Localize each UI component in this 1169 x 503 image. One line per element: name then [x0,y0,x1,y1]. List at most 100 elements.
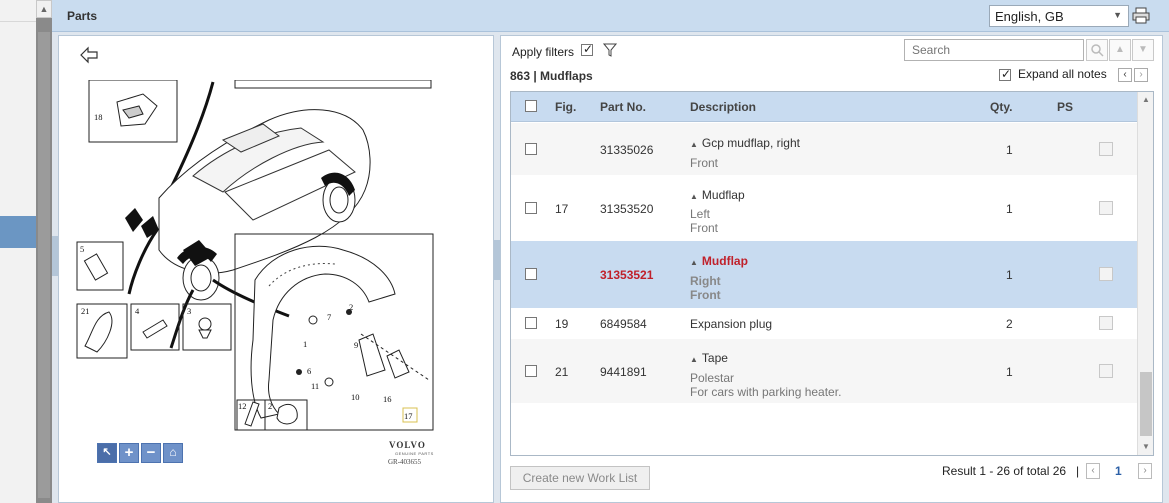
row-detail: Front [690,221,719,235]
row-qty: 1 [1006,202,1013,216]
row-description-main: Mudflap [701,188,745,202]
col-ps[interactable]: PS [1057,100,1073,114]
expand-triangle-icon[interactable]: ▲ [690,355,698,364]
search-icon[interactable] [1086,39,1108,61]
callout-1[interactable]: 1 [303,339,307,349]
row-checkbox[interactable] [525,317,537,329]
zoom-in-icon[interactable]: + [119,443,139,463]
scrollbar-thumb[interactable] [1140,372,1152,436]
select-all-checkbox[interactable] [525,100,537,112]
row-detail: Left [690,207,711,221]
illustration-panel: 18 5 21 4 3 2 7 1 9 6 11 10 16 12 2 17 ↖… [58,35,494,503]
row-part-no: 31353521 [600,268,654,282]
table-row[interactable]: 17 31353520 ▲ Mudflap Left Front 1 [511,175,1137,241]
table-scrollbar[interactable]: ▲ ▼ [1137,92,1153,455]
expand-all-notes-checkbox[interactable] [999,67,1011,81]
col-fig[interactable]: Fig. [555,100,576,114]
callout-10[interactable]: 10 [351,392,360,402]
row-description: ▲ Tape Polestar For cars with parking hea… [690,351,841,399]
callout-18[interactable]: 18 [94,112,103,122]
filter-icon[interactable] [603,43,617,57]
expand-triangle-icon[interactable]: ▲ [690,140,698,149]
expand-all-notes-label: Expand all notes [1018,67,1107,81]
callout-5[interactable]: 5 [80,244,84,254]
row-detail: Right [690,274,721,288]
note-icon[interactable] [1099,201,1113,215]
row-part-no: 9441891 [600,365,647,379]
language-value: English, GB [995,9,1064,24]
scroll-up-icon[interactable]: ▲ [36,0,52,18]
result-count: Result 1 - 26 of total 26 [942,464,1067,478]
scroll-up-icon[interactable]: ▲ [1138,92,1153,108]
callout-2[interactable]: 2 [349,302,353,312]
row-checkbox[interactable] [525,268,537,280]
table-row[interactable]: 21 9441891 ▲ Tape Polestar For cars with … [511,339,1137,403]
chevron-up-icon[interactable]: ▲ [1109,39,1131,61]
scrollbar-thumb[interactable] [38,32,50,498]
row-checkbox[interactable] [525,365,537,377]
row-detail: Polestar [690,371,735,385]
callout-6[interactable]: 6 [307,366,311,376]
callout-9[interactable]: 9 [354,340,358,350]
callout-16[interactable]: 16 [383,394,392,404]
page-prev-icon[interactable]: ‹ [1086,463,1100,479]
callout-2b[interactable]: 2 [268,401,272,411]
row-description: ▲ Mudflap Right Front [690,254,748,302]
callout-21[interactable]: 21 [81,306,90,316]
table-row-selected[interactable]: 31353521 ▲ Mudflap Right Front 1 [511,241,1137,308]
row-part-no: 31335026 [600,143,654,157]
left-scrollbar[interactable]: ▲ [36,0,52,503]
current-page[interactable]: 1 [1115,464,1122,478]
col-part-no[interactable]: Part No. [600,100,646,114]
nav-row-selected[interactable] [0,216,36,248]
note-icon[interactable] [1099,142,1113,156]
create-work-list-button[interactable]: Create new Work List [510,466,650,490]
section-title: 863 | Mudflaps [510,69,593,83]
search-input[interactable] [904,39,1084,61]
pointer-icon[interactable]: ↖ [97,443,117,463]
row-fig: 17 [555,202,569,216]
chevron-left-icon[interactable]: ‹ [1118,68,1132,82]
row-qty: 1 [1006,143,1013,157]
row-checkbox[interactable] [525,202,537,214]
callout-11[interactable]: 11 [311,381,319,391]
chevron-down-icon[interactable]: ▼ [1132,39,1154,61]
row-fig: 21 [555,365,569,379]
expand-triangle-icon[interactable]: ▲ [690,192,698,201]
callout-7[interactable]: 7 [327,312,331,322]
exploded-parts-diagram[interactable]: 18 5 21 4 3 2 7 1 9 6 11 10 16 12 2 17 [73,80,435,470]
note-icon[interactable] [1099,364,1113,378]
callout-17[interactable]: 17 [404,411,413,421]
row-detail: Front [690,288,721,302]
apply-filters-checkbox[interactable] [581,42,593,56]
callout-4[interactable]: 4 [135,306,140,316]
home-icon[interactable]: ⌂ [163,443,183,463]
scroll-down-icon[interactable]: ▼ [1138,439,1153,455]
row-qty: 1 [1006,365,1013,379]
col-description[interactable]: Description [690,100,756,114]
result-separator: | [1076,464,1080,478]
row-description: ▲ Mudflap Left Front [690,188,745,235]
callout-3[interactable]: 3 [187,306,191,316]
row-description: ▲ Gcp mudflap, right Front [690,136,800,170]
parts-table: Fig. Part No. Description Qty. PS 313350… [510,91,1154,456]
table-row[interactable]: 19 6849584 Expansion plug 2 [511,308,1137,339]
row-part-no: 6849584 [600,317,647,331]
back-arrow-icon[interactable] [79,46,99,64]
note-icon[interactable] [1099,267,1113,281]
print-icon[interactable] [1132,7,1150,24]
col-qty[interactable]: Qty. [990,100,1012,114]
zoom-out-icon[interactable]: − [141,443,161,463]
table-row[interactable]: 31335026 ▲ Gcp mudflap, right Front 1 [511,123,1137,175]
row-checkbox[interactable] [525,143,537,155]
note-icon[interactable] [1099,316,1113,330]
callout-12[interactable]: 12 [238,401,247,411]
chevron-right-icon[interactable]: › [1134,68,1148,82]
row-detail: For cars with parking heater. [690,385,842,399]
language-select[interactable]: English, GB ▼ [989,5,1129,27]
row-part-no: 31353520 [600,202,654,216]
apply-filters-label: Apply filters [512,45,575,59]
row-qty: 1 [1006,268,1013,282]
page-next-icon[interactable]: › [1138,463,1152,479]
expand-triangle-icon[interactable]: ▲ [690,258,698,267]
